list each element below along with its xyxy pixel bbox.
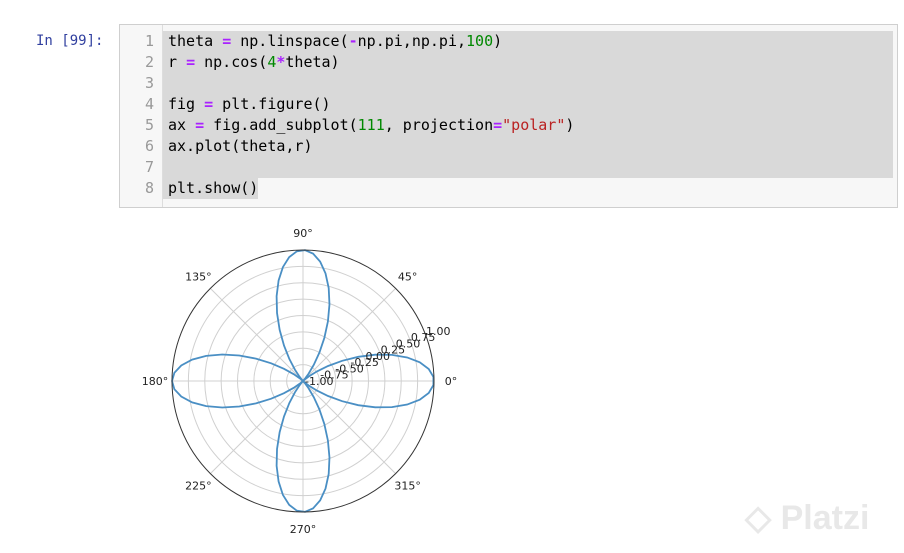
theta-tick-label: 45° [398, 270, 418, 283]
polar-plot: 0°45°90°135°180°225°270°315°-1.00-0.75-0… [142, 227, 458, 536]
theta-tick-label: 135° [185, 270, 212, 283]
angular-gridline [302, 380, 396, 474]
angular-gridline [210, 380, 304, 474]
theta-tick-label: 315° [394, 480, 421, 493]
theta-tick-label: 180° [142, 375, 169, 388]
theta-tick-label: 270° [290, 523, 317, 536]
platzi-watermark: ◇ Platzi [745, 499, 870, 537]
angular-gridline [210, 288, 304, 382]
theta-tick-label: 225° [185, 480, 212, 493]
watermark-text: Platzi [780, 499, 870, 537]
theta-tick-label: 0° [445, 375, 458, 388]
r-tick-label: 1.00 [426, 325, 451, 338]
theta-tick-label: 90° [293, 227, 313, 240]
